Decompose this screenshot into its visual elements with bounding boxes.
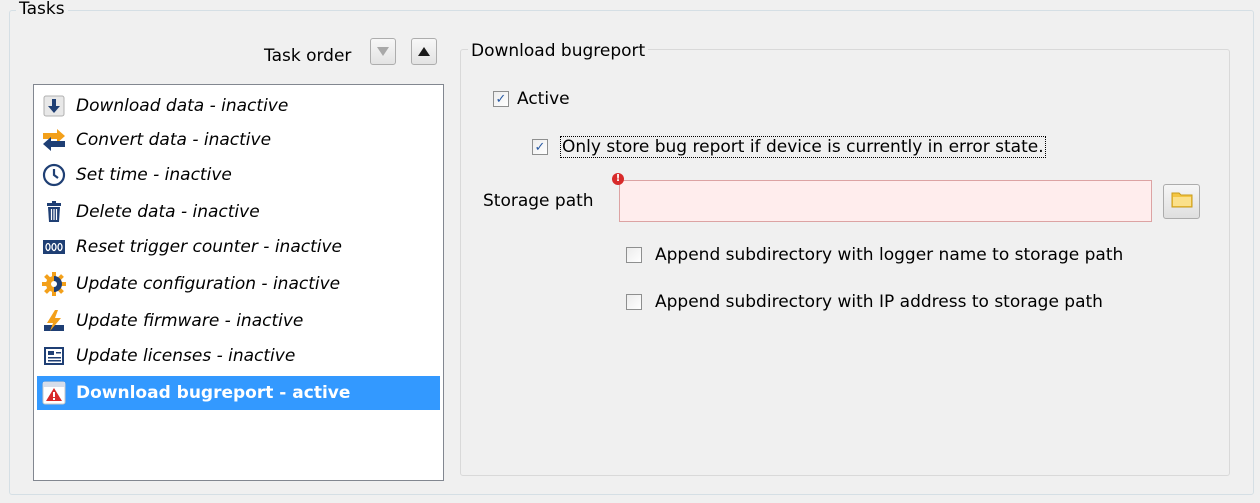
move-up-button[interactable] [411,38,437,65]
storage-path-input[interactable] [619,180,1152,222]
task-item-delete-data[interactable]: Delete data - inactive [37,195,440,229]
task-item-reset-trigger-counter[interactable]: Reset trigger counter - inactive [37,230,440,264]
task-item-label: Convert data - inactive [76,130,272,150]
task-item-label: Delete data - inactive [76,202,260,222]
append-ip-address-checkbox[interactable] [626,294,642,310]
task-item-label: Update firmware - inactive [76,311,304,331]
storage-path-label: Storage path [483,191,594,211]
error-badge-icon: ! [612,173,624,185]
only-error-checkbox[interactable]: ✓ [532,139,548,155]
append-logger-name-label[interactable]: Append subdirectory with logger name to … [655,245,1123,265]
bugreport-icon [41,380,67,406]
clock-icon [41,162,67,188]
trash-icon [41,199,67,225]
task-item-label: Download data - inactive [76,96,289,116]
task-item-download-data[interactable]: Download data - inactive [37,89,440,123]
triangle-up-icon [418,47,430,56]
counter-icon [41,234,67,260]
only-error-checkbox-label[interactable]: Only store bug report if device is curre… [560,136,1046,158]
move-down-button[interactable] [370,38,396,65]
gear-icon [41,271,67,297]
triangle-down-icon [377,47,389,56]
convert-arrows-icon [41,127,67,153]
folder-icon [1171,190,1193,213]
firmware-icon [41,308,67,334]
task-item-download-bugreport[interactable]: Download bugreport - active [37,376,440,410]
task-item-label: Update configuration - inactive [76,274,341,294]
task-item-set-time[interactable]: Set time - inactive [37,158,440,192]
license-icon [41,343,67,369]
task-item-label: Download bugreport - active [76,383,351,403]
append-logger-name-checkbox[interactable] [626,247,642,263]
download-bugreport-title: Download bugreport [468,41,649,61]
task-list[interactable]: Download data - inactive Convert data - … [33,84,444,481]
active-checkbox[interactable]: ✓ [493,91,509,107]
browse-folder-button[interactable] [1163,184,1200,219]
task-order-label: Task order [264,46,352,66]
download-arrow-icon [41,93,67,119]
tasks-group-title: Tasks [16,0,68,19]
task-item-update-firmware[interactable]: Update firmware - inactive [37,304,440,338]
active-checkbox-label[interactable]: Active [517,89,570,109]
task-item-update-configuration[interactable]: Update configuration - inactive [37,267,440,301]
task-item-label: Update licenses - inactive [76,346,296,366]
task-item-label: Set time - inactive [76,165,232,185]
task-item-label: Reset trigger counter - inactive [76,237,342,257]
append-ip-address-label[interactable]: Append subdirectory with IP address to s… [655,292,1103,312]
task-item-convert-data[interactable]: Convert data - inactive [37,123,440,157]
task-item-update-licenses[interactable]: Update licenses - inactive [37,339,440,373]
